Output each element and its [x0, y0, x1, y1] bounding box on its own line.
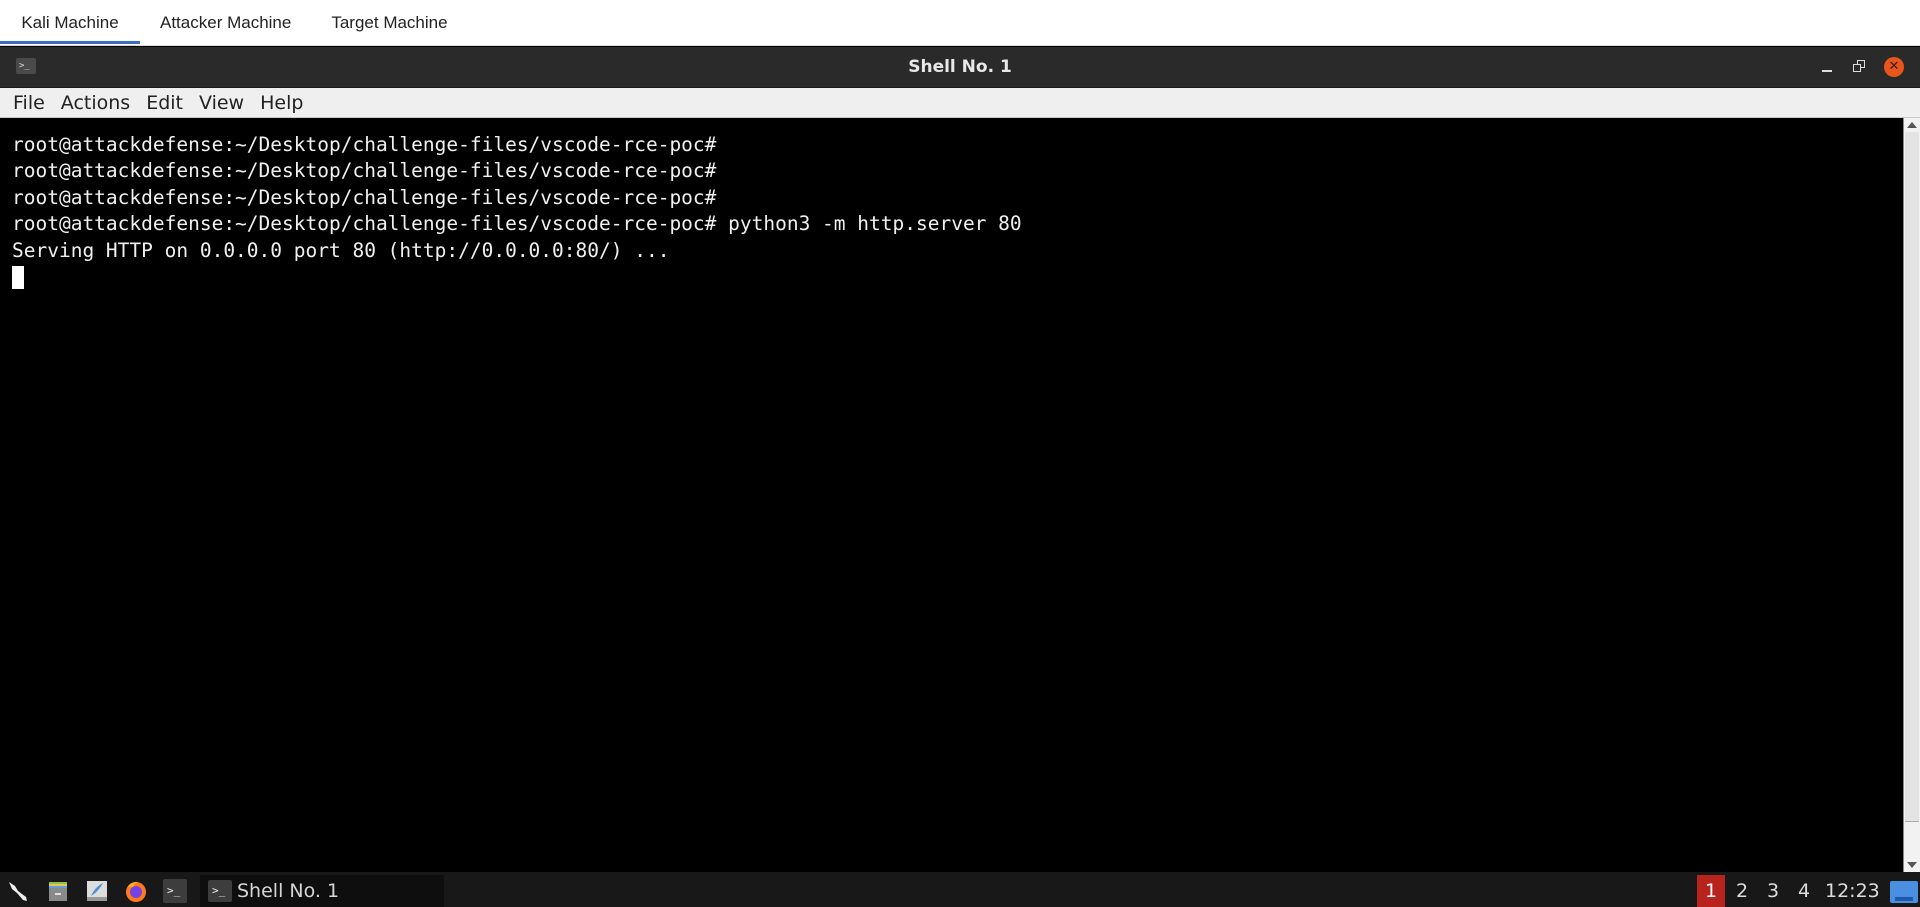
menu-actions[interactable]: Actions [53, 92, 138, 114]
maximize-button[interactable] [1851, 57, 1871, 77]
file-manager-icon[interactable] [46, 879, 70, 903]
workspace-3[interactable]: 3 [1759, 875, 1787, 907]
close-button[interactable]: ✕ [1884, 57, 1904, 77]
workspace-1[interactable]: 1 [1697, 875, 1725, 907]
scrollbar-thumb[interactable] [1905, 132, 1919, 822]
terminal-output[interactable]: root@attackdefense:~/Desktop/challenge-f… [0, 118, 1903, 872]
restore-icon-back [1853, 64, 1861, 72]
workspace-4[interactable]: 4 [1790, 875, 1818, 907]
menu-bar: File Actions Edit View Help [0, 88, 1920, 118]
firefox-icon[interactable] [124, 879, 148, 903]
menu-file[interactable]: File [5, 92, 53, 114]
terminal-cursor-line [12, 264, 1903, 290]
clock[interactable]: 12:23 [1825, 875, 1880, 907]
scroll-down-arrow-icon[interactable] [1904, 858, 1920, 872]
terminal-icon: >_ [208, 880, 232, 902]
tab-target-machine[interactable]: Target Machine [311, 0, 467, 45]
terminal-line: root@attackdefense:~/Desktop/challenge-f… [12, 133, 717, 156]
workspace-2[interactable]: 2 [1728, 875, 1756, 907]
tab-label: Target Machine [331, 12, 448, 32]
menu-edit[interactable]: Edit [138, 92, 191, 114]
menu-help[interactable]: Help [252, 92, 311, 114]
terminal-icon: >_ [167, 884, 181, 897]
terminal-line: root@attackdefense:~/Desktop/challenge-f… [12, 212, 1022, 236]
terminal-icon[interactable]: >_ [16, 58, 36, 74]
tab-attacker-machine[interactable]: Attacker Machine [140, 0, 311, 45]
terminal-scrollbar[interactable] [1903, 118, 1920, 872]
kali-tools-icon[interactable] [6, 879, 30, 903]
machine-tabs: Kali Machine Attacker Machine Target Mac… [0, 0, 1920, 46]
taskbar-window-label: Shell No. 1 [237, 880, 340, 902]
text-editor-icon[interactable] [85, 879, 109, 903]
minimize-button[interactable] [1818, 57, 1838, 77]
menu-view[interactable]: View [191, 92, 252, 114]
taskbar: >_ >_ Shell No. 1 1 2 3 4 12:23 [0, 872, 1920, 907]
taskbar-window-shell[interactable]: >_ Shell No. 1 [200, 875, 444, 907]
window-titlebar[interactable]: Shell No. 1 >_ ✕ [0, 47, 1920, 88]
terminal-launcher[interactable]: >_ [163, 879, 187, 903]
tab-label: Kali Machine [21, 12, 119, 32]
window-title: Shell No. 1 [908, 57, 1012, 77]
terminal-line: root@attackdefense:~/Desktop/challenge-f… [12, 185, 717, 209]
tab-label: Attacker Machine [160, 12, 292, 32]
show-desktop-icon[interactable] [1890, 881, 1918, 903]
scroll-up-arrow-icon[interactable] [1904, 118, 1920, 132]
terminal-line: root@attackdefense:~/Desktop/challenge-f… [12, 159, 717, 183]
tab-kali-machine[interactable]: Kali Machine [0, 0, 140, 45]
close-icon: ✕ [1888, 59, 1900, 74]
terminal-line: Serving HTTP on 0.0.0.0 port 80 (http://… [12, 238, 670, 262]
terminal-cursor [12, 265, 24, 289]
